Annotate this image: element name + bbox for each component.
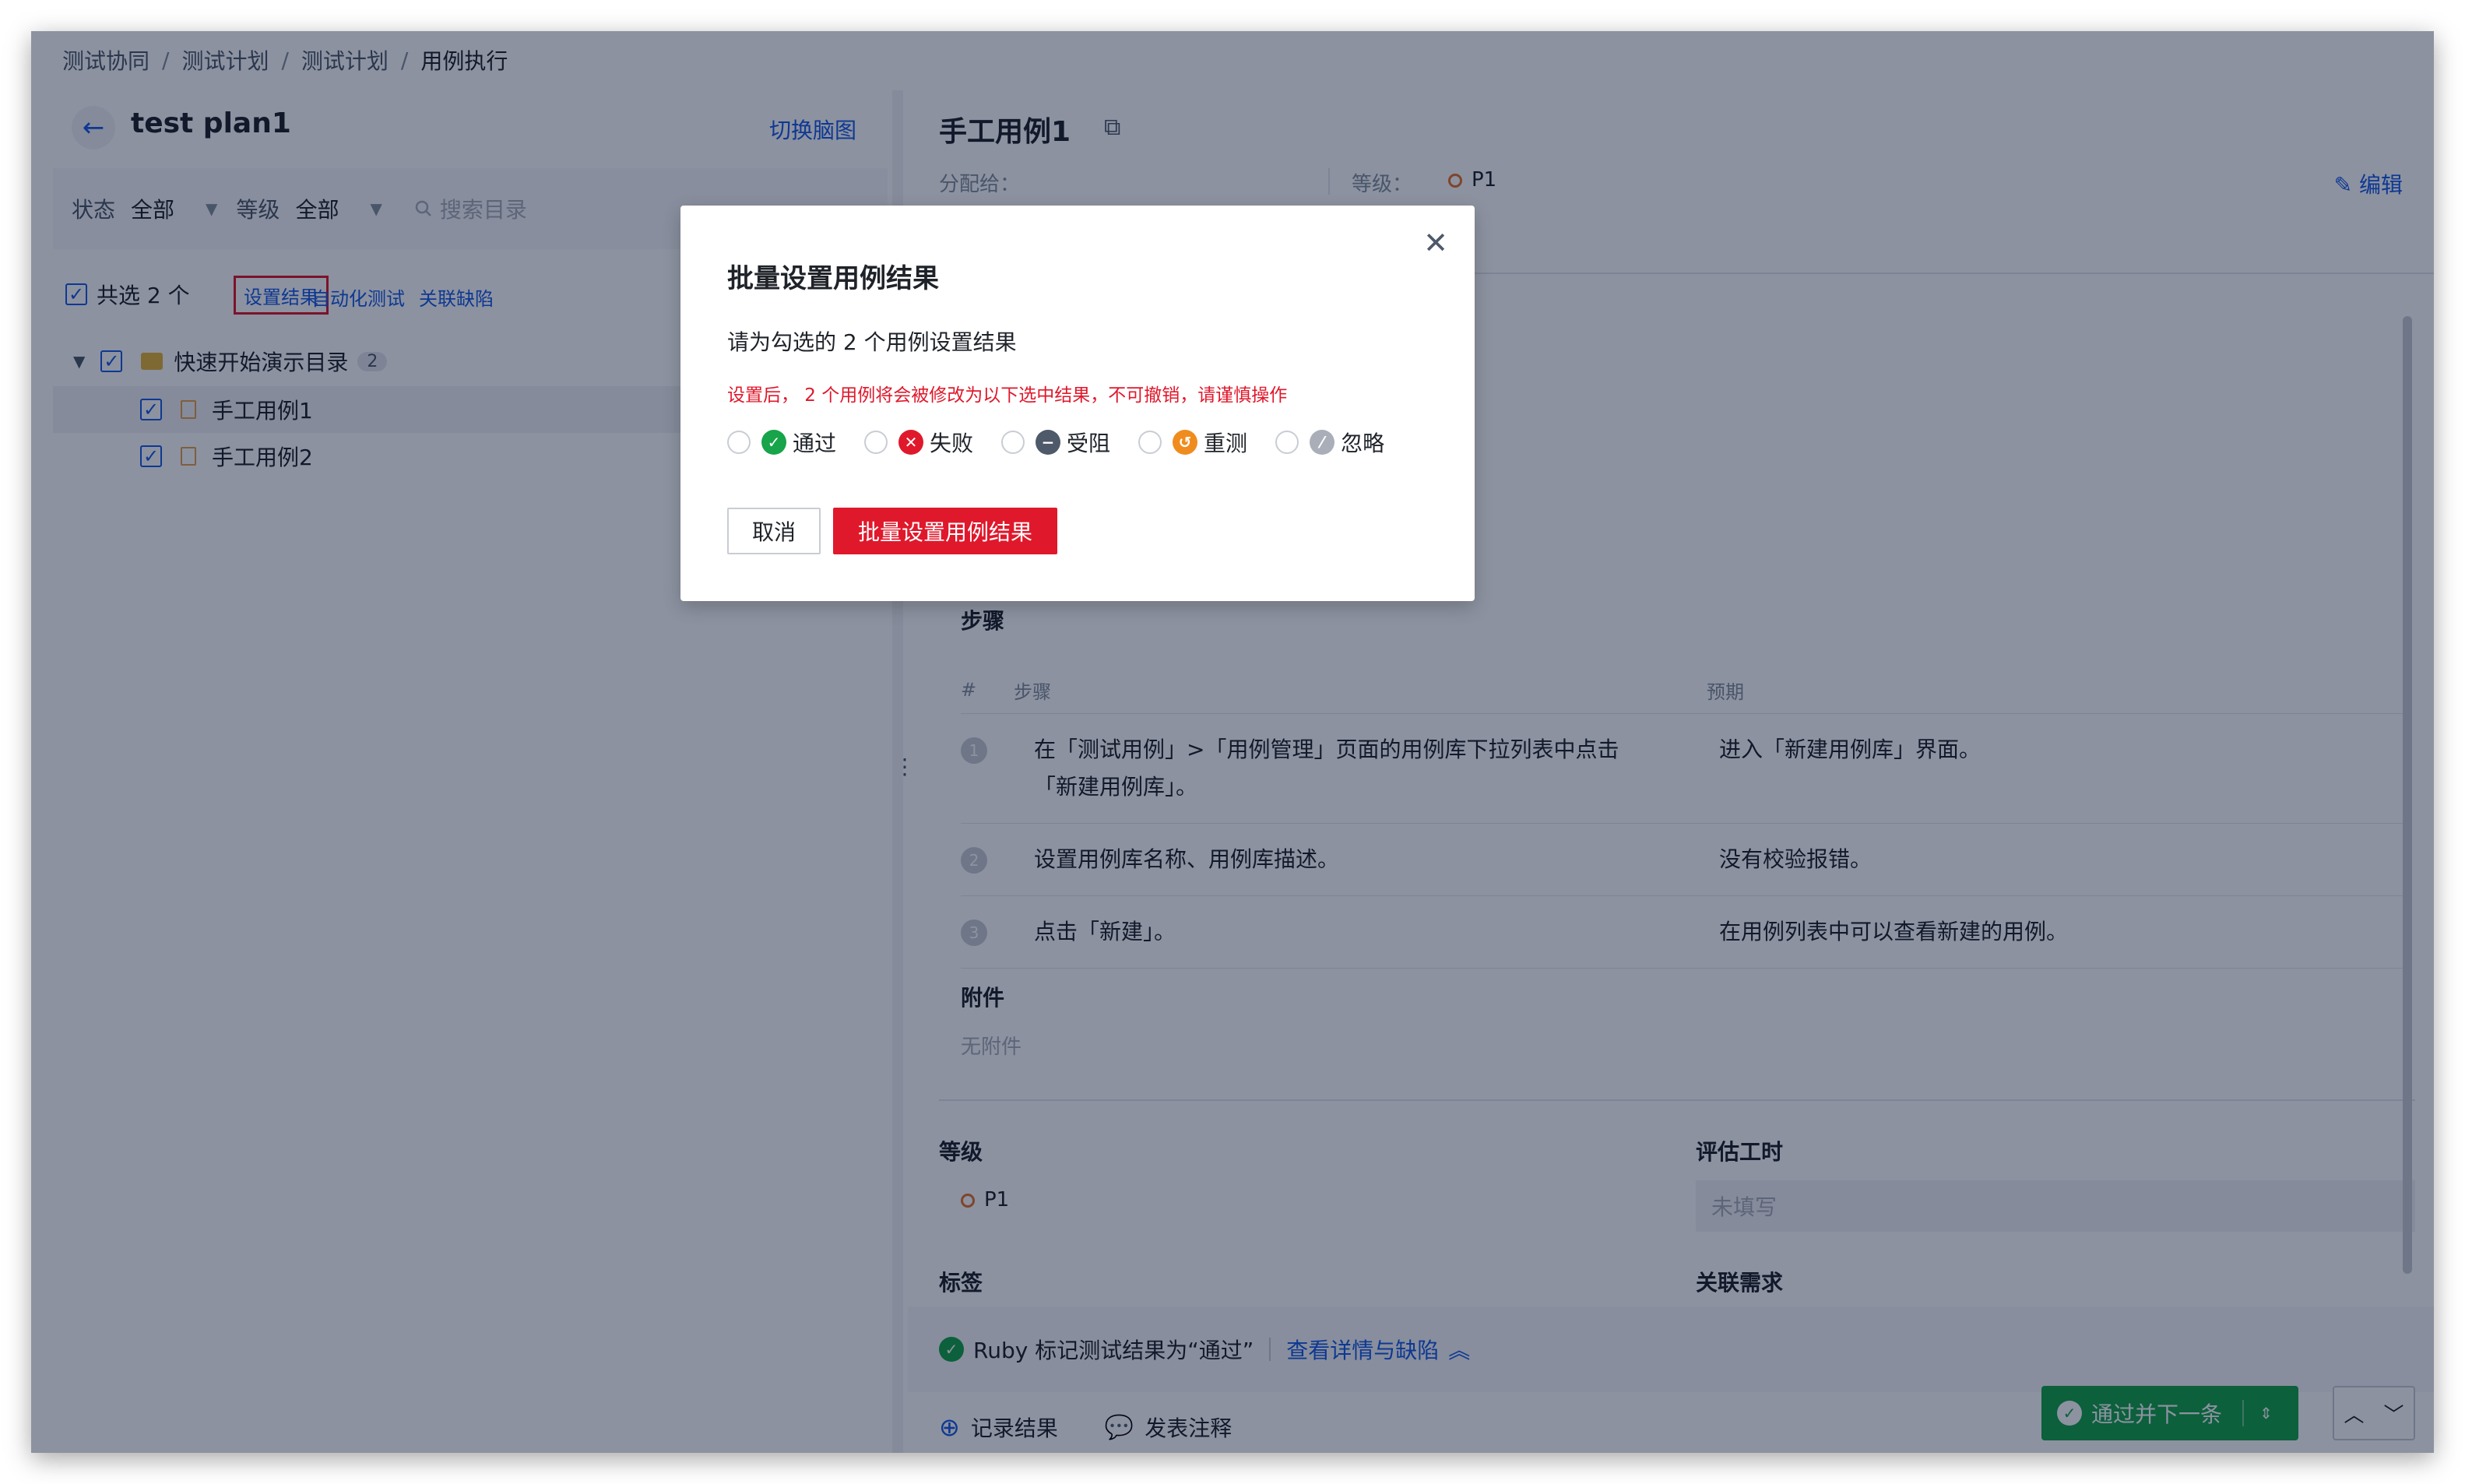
check-icon: ✓ xyxy=(761,430,786,455)
radio-button[interactable] xyxy=(1138,431,1162,454)
cancel-button[interactable]: 取消 xyxy=(727,508,821,554)
result-options: ✓ 通过 ✕ 失败 − 受阻 ↺ 重测 ⁄ 忽略 xyxy=(727,427,1412,458)
radio-button[interactable] xyxy=(1275,431,1299,454)
result-option-ignore[interactable]: ⁄ 忽略 xyxy=(1275,427,1384,458)
radio-button[interactable] xyxy=(1001,431,1025,454)
radio-button[interactable] xyxy=(864,431,888,454)
option-label: 失败 xyxy=(930,431,974,456)
result-option-pass[interactable]: ✓ 通过 xyxy=(727,427,836,458)
close-icon[interactable]: ✕ xyxy=(1423,226,1448,260)
option-label: 通过 xyxy=(793,431,837,456)
cross-icon: ✕ xyxy=(898,430,924,455)
retry-icon: ↺ xyxy=(1173,430,1198,455)
slash-icon: ⁄ xyxy=(1310,430,1335,455)
minus-icon: − xyxy=(1036,430,1061,455)
option-label: 忽略 xyxy=(1341,431,1385,456)
confirm-batch-set-button[interactable]: 批量设置用例结果 xyxy=(833,508,1057,554)
dialog-warning: 设置后， 2 个用例将会被修改为以下选中结果，不可撤销，请谨慎操作 xyxy=(727,385,1288,406)
option-label: 受阻 xyxy=(1067,431,1111,456)
app-window: 测试协同 / 测试计划 / 测试计划 / 用例执行 ← test plan1 切… xyxy=(31,31,2434,1453)
result-option-blocked[interactable]: − 受阻 xyxy=(1001,427,1110,458)
dialog-description: 请为勾选的 2 个用例设置结果 xyxy=(727,329,1017,355)
result-option-retest[interactable]: ↺ 重测 xyxy=(1138,427,1247,458)
option-label: 重测 xyxy=(1204,431,1248,456)
result-option-fail[interactable]: ✕ 失败 xyxy=(864,427,973,458)
dialog-title: 批量设置用例结果 xyxy=(727,263,939,294)
batch-set-result-dialog: ✕ 批量设置用例结果 请为勾选的 2 个用例设置结果 设置后， 2 个用例将会被… xyxy=(680,206,1475,601)
radio-button[interactable] xyxy=(727,431,751,454)
